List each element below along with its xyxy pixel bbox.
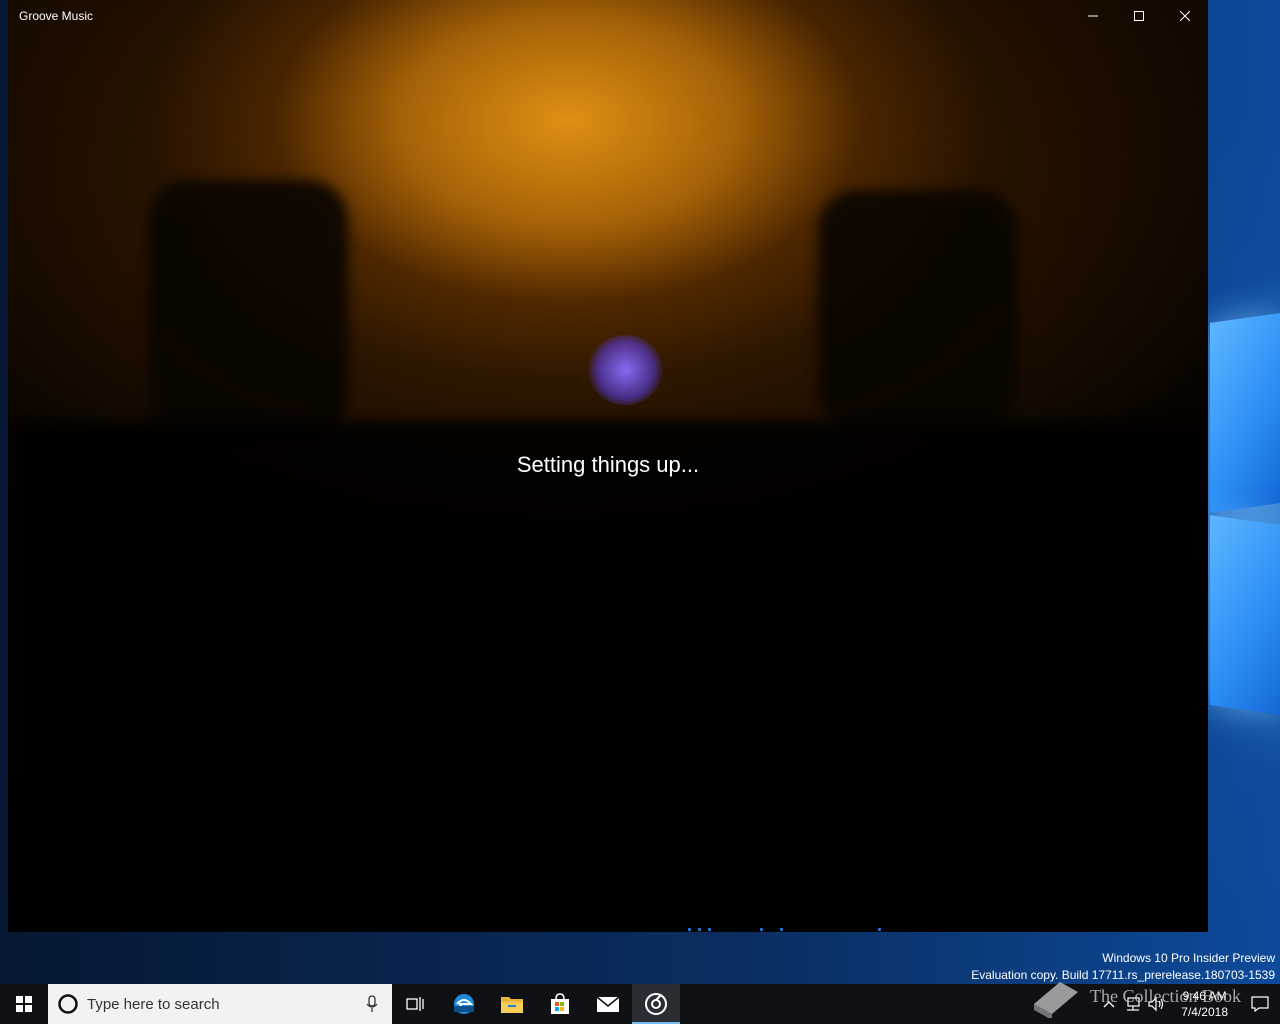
groove-music-window[interactable]: Groove Music Setting things up... <box>8 0 1208 932</box>
collection-book-overlay-logo: The Collection Book <box>1030 974 1241 1018</box>
store-button[interactable] <box>536 984 584 1024</box>
taskbar-search-box[interactable]: Type here to search <box>48 984 392 1024</box>
maximize-button[interactable] <box>1116 0 1162 32</box>
mail-button[interactable] <box>584 984 632 1024</box>
cortana-circle-icon <box>58 994 78 1014</box>
loading-progress-dots <box>670 926 910 932</box>
setup-status-text: Setting things up... <box>516 452 700 477</box>
groove-music-icon <box>645 993 667 1015</box>
maximize-icon <box>1134 11 1144 21</box>
task-view-button[interactable] <box>392 984 440 1024</box>
edge-beta-icon <box>454 994 474 1014</box>
title-bar[interactable]: Groove Music <box>8 0 1208 32</box>
close-button[interactable] <box>1162 0 1208 32</box>
task-view-icon <box>406 997 424 1011</box>
mail-icon <box>596 996 620 1012</box>
hand-silhouette-left <box>148 180 348 440</box>
window-title: Groove Music <box>19 9 94 23</box>
file-explorer-button[interactable] <box>488 984 536 1024</box>
minimize-button[interactable] <box>1070 0 1116 32</box>
groove-music-button[interactable] <box>632 984 680 1024</box>
windows-logo-pane-bottom <box>1210 515 1280 715</box>
minimize-icon <box>1088 15 1098 17</box>
start-button[interactable] <box>0 984 48 1024</box>
microphone-icon[interactable] <box>366 995 378 1013</box>
hand-silhouette-right <box>818 190 1018 430</box>
file-explorer-icon <box>501 997 523 1013</box>
watermark-edition: Windows 10 Pro Insider Preview <box>1102 951 1275 965</box>
edge-beta-button[interactable] <box>440 984 488 1024</box>
close-icon <box>1180 11 1190 21</box>
crowd-silhouette <box>8 420 1208 932</box>
windows-start-icon <box>16 996 32 1012</box>
action-center-button[interactable] <box>1240 984 1280 1024</box>
collection-book-text: The Collection Book <box>1090 985 1241 1006</box>
book-icon <box>1034 982 1078 1018</box>
light-bokeh <box>588 335 663 405</box>
windows-logo-pane-top <box>1210 313 1280 513</box>
action-center-icon <box>1251 996 1269 1012</box>
store-icon <box>551 993 569 1014</box>
search-placeholder: Type here to search <box>87 995 220 1013</box>
